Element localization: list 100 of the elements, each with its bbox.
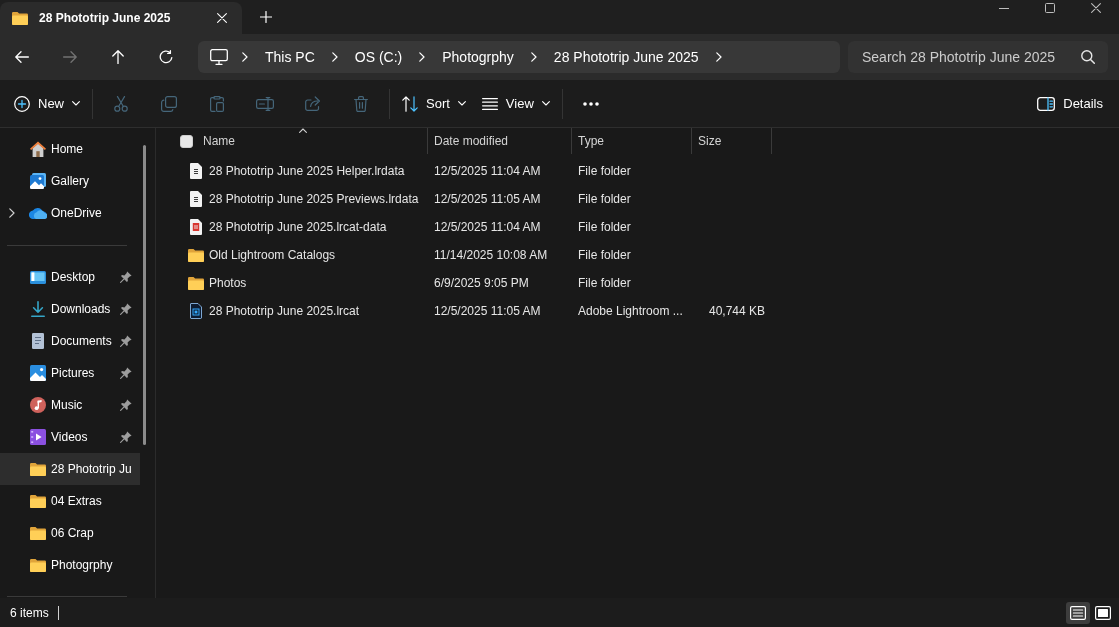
clipboard-icon <box>210 95 224 112</box>
sort-arrows-icon <box>402 95 418 112</box>
sidebar-item[interactable]: Downloads <box>0 293 140 325</box>
breadcrumb-item[interactable]: This PC <box>258 43 322 71</box>
arrow-left-icon <box>15 51 29 63</box>
folder-icon <box>12 11 28 25</box>
refresh-icon <box>159 50 173 64</box>
sidebar-item[interactable]: Documents <box>0 325 140 357</box>
tab[interactable]: 28 Phototrip June 2025 <box>0 2 242 34</box>
house-icon <box>30 141 46 157</box>
sidebar-item[interactable]: Gallery <box>0 165 140 197</box>
file-name: Old Lightroom Catalogs <box>209 248 336 262</box>
scrollbar[interactable] <box>143 145 146 445</box>
panel-icon <box>1037 96 1056 111</box>
sidebar-item[interactable]: Pictures <box>0 357 140 389</box>
column-header[interactable]: Name <box>156 128 428 154</box>
sidebar-item[interactable]: Videos <box>0 421 140 453</box>
chevron-right-icon <box>419 52 426 62</box>
photo-stack-icon <box>30 173 46 189</box>
caret-icon <box>457 101 466 106</box>
share-arrow-icon <box>305 96 321 111</box>
ellipsis-icon <box>582 101 599 106</box>
column-header[interactable]: Date modified <box>428 128 572 154</box>
breadcrumb-item[interactable]: 28 Phototrip June 2025 <box>546 43 706 71</box>
file-size-text: 40,744 KB <box>708 304 765 318</box>
folder-icon <box>30 558 46 572</box>
date-modified-text: 12/5/2025 11:04 AM <box>434 164 541 178</box>
search-icon <box>1081 50 1095 64</box>
file-type-text: File folder <box>578 164 631 178</box>
close-icon <box>217 13 227 23</box>
sort-button[interactable]: Sort <box>394 87 474 120</box>
copy-icon <box>161 95 177 112</box>
caret-icon <box>541 101 550 106</box>
file-type-text: File folder <box>578 192 631 206</box>
maximize-icon <box>1045 3 1055 13</box>
file-type-text: File folder <box>578 220 631 234</box>
file-icon <box>190 303 202 319</box>
file-name: 28 Phototrip June 2025.lrcat <box>209 304 360 318</box>
date-modified-text: 12/5/2025 11:04 AM <box>434 220 541 234</box>
file-name: 28 Phototrip June 2025.lrcat-data <box>209 220 387 234</box>
item-count: 6 items <box>10 605 49 620</box>
file-type-text: File folder <box>578 276 631 290</box>
folder-icon <box>30 462 46 476</box>
arrow-right-icon <box>63 51 77 63</box>
date-modified-text: 12/5/2025 11:05 AM <box>434 304 541 318</box>
column-header[interactable]: Type <box>572 128 692 154</box>
cloud-icon <box>29 207 47 219</box>
picture-icon <box>30 365 46 381</box>
folder-icon <box>30 494 46 508</box>
lines-icon <box>481 97 498 110</box>
screen-icon <box>30 270 46 284</box>
download-icon <box>31 301 45 317</box>
sidebar-item[interactable]: Desktop <box>0 261 140 293</box>
minimize-icon <box>999 7 1009 9</box>
search-field[interactable]: Search 28 Phototrip June 2025 <box>848 41 1108 73</box>
trash-icon <box>354 95 368 112</box>
monitor-icon <box>210 49 228 65</box>
chevron-right-icon <box>242 52 248 62</box>
chevron-right-icon <box>331 52 338 62</box>
breadcrumb-item[interactable]: OS (C:) <box>347 43 410 71</box>
breadcrumb-item[interactable]: Photogrphy <box>435 43 521 71</box>
caret-icon <box>72 101 80 106</box>
document-icon <box>190 191 202 207</box>
sidebar-item[interactable]: 06 Crap <box>0 517 140 549</box>
arrow-up-icon <box>112 50 124 64</box>
document-icon <box>190 163 202 179</box>
plus-circle-icon <box>14 95 30 112</box>
view-button[interactable]: View <box>473 87 558 120</box>
details-button[interactable]: Details <box>1027 87 1113 120</box>
sidebar-item[interactable]: Photogrphy <box>0 549 140 581</box>
text-cursor-box-icon <box>256 96 274 111</box>
folder-icon <box>188 276 204 290</box>
large-view-icon <box>1095 605 1111 620</box>
sidebar-item[interactable]: OneDrive <box>0 197 140 229</box>
sidebar-item[interactable]: 04 Extras <box>0 485 140 517</box>
date-modified-text: 11/14/2025 10:08 AM <box>434 248 548 262</box>
file-type-text: Adobe Lightroom ... <box>578 304 683 318</box>
sidebar-item[interactable]: Music <box>0 389 140 421</box>
sidebar-item[interactable]: 28 Phototrip Ju <box>0 453 140 485</box>
details-view-button[interactable] <box>1066 601 1090 624</box>
scissors-icon <box>114 95 128 112</box>
file-name: Photos <box>209 276 247 290</box>
document-icon <box>32 333 44 349</box>
file-name: 28 Phototrip June 2025 Helper.lrdata <box>209 164 405 178</box>
chevron-right-icon <box>530 52 537 62</box>
new-button[interactable]: New <box>6 87 88 120</box>
music-note-icon <box>30 397 46 413</box>
address-bar[interactable]: This PC OS (C:) Photogrphy 28 Phototrip June 2025 <box>198 41 840 73</box>
sidebar-item[interactable]: Home <box>0 133 140 165</box>
chevron-right-icon <box>715 52 722 62</box>
date-modified-text: 6/9/2025 9:05 PM <box>434 276 529 290</box>
folder-icon <box>30 526 46 540</box>
folder-icon <box>188 248 204 262</box>
close-icon <box>1091 3 1101 13</box>
video-icon <box>30 429 46 445</box>
list-view-icon <box>1070 605 1086 620</box>
column-header[interactable]: Size <box>692 128 772 154</box>
select-all-checkbox[interactable] <box>180 134 193 148</box>
data-file-icon <box>190 219 202 235</box>
file-type-text: File folder <box>578 248 631 262</box>
